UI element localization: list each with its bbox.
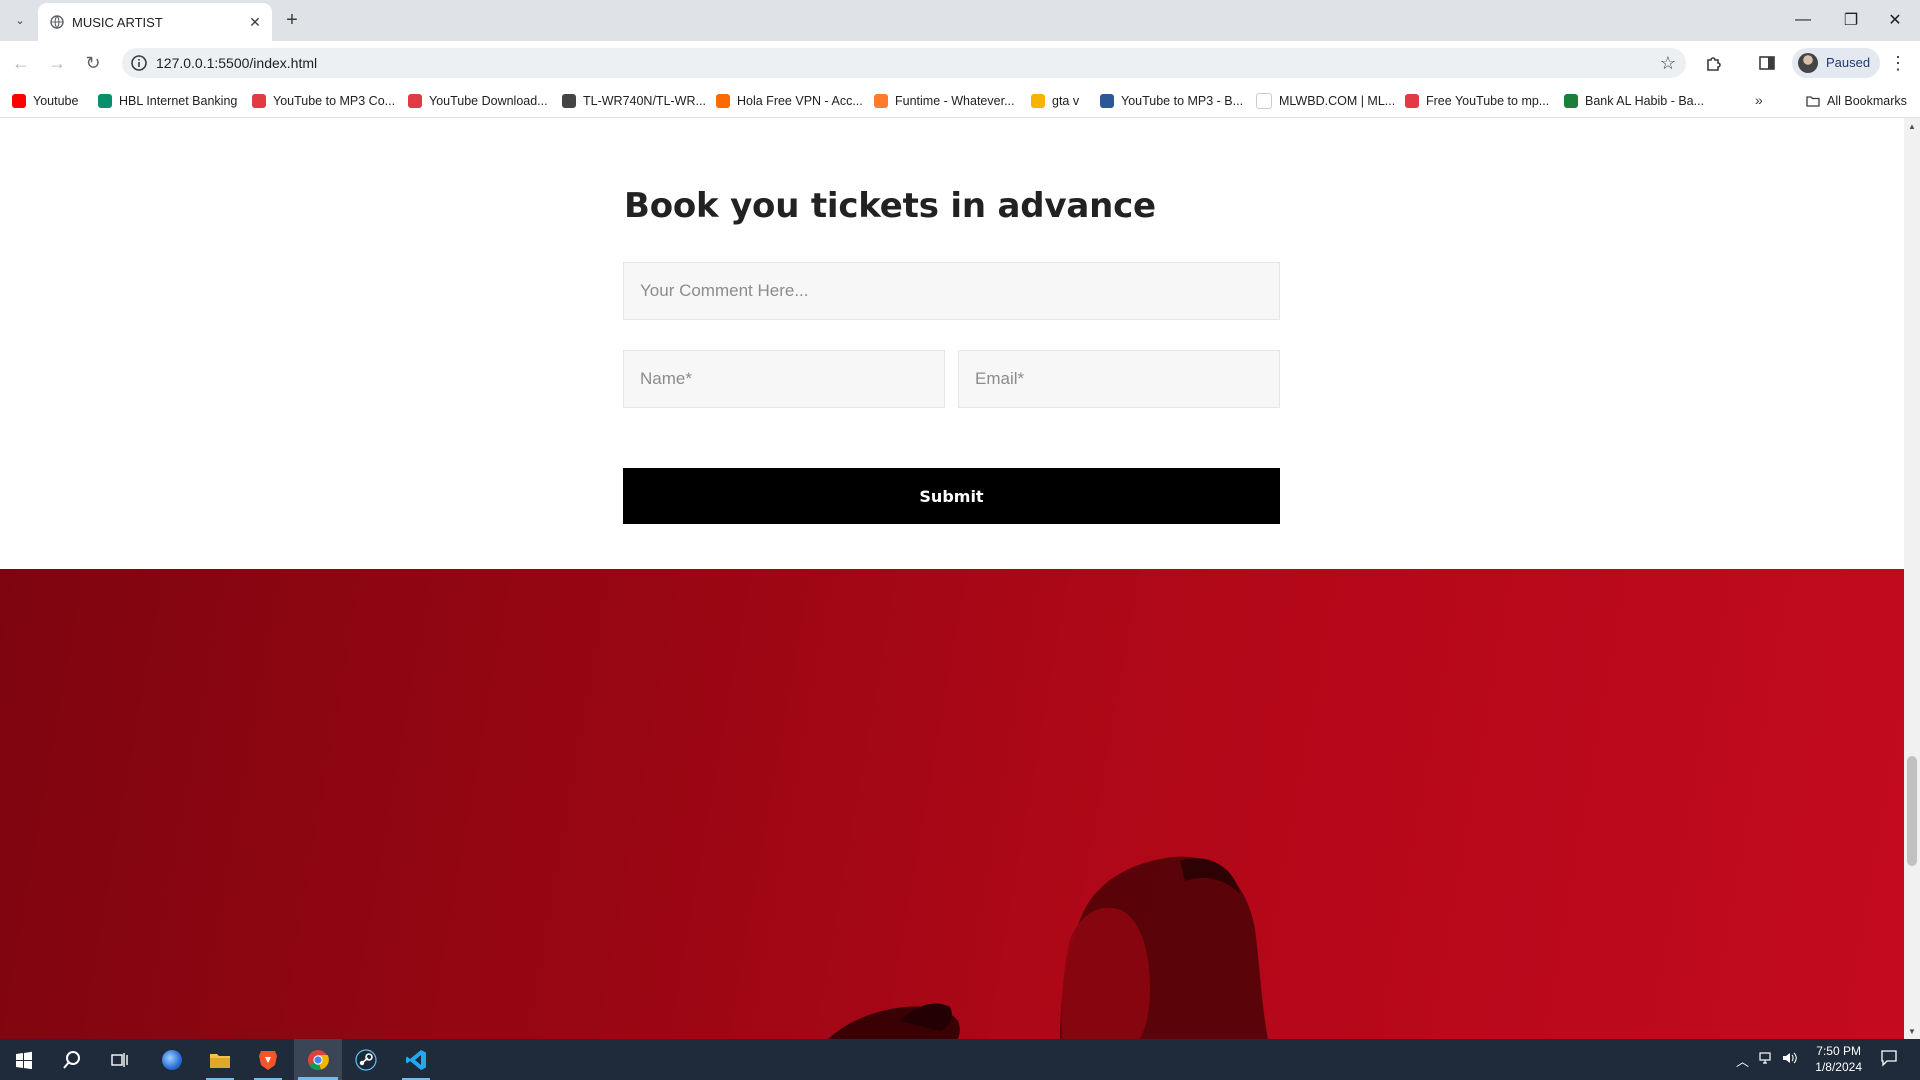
blank-page-icon [1256, 93, 1272, 109]
download-icon [252, 94, 266, 108]
browser-tab[interactable]: MUSIC ARTIST ✕ [38, 3, 272, 41]
bookmark-label: Free YouTube to mp... [1426, 94, 1550, 108]
singer-silhouette-image [828, 856, 1268, 1039]
bookmark-label: HBL Internet Banking [119, 94, 238, 108]
bookmark-item[interactable]: Hola Free VPN - Acc... [716, 92, 863, 110]
back-arrow-icon[interactable]: ← [6, 48, 36, 78]
chrome-icon[interactable] [294, 1039, 342, 1080]
task-view-icon[interactable] [96, 1039, 144, 1080]
globe-icon [562, 94, 576, 108]
bookmark-item[interactable]: Free YouTube to mp... [1405, 92, 1549, 110]
bookmark-item[interactable]: YouTube Download... [408, 92, 548, 110]
new-tab-plus-icon[interactable]: + [280, 8, 304, 32]
email-input[interactable] [958, 350, 1280, 408]
site-info-icon[interactable] [130, 54, 148, 72]
forward-arrow-icon[interactable]: → [42, 48, 72, 78]
comment-input[interactable] [623, 262, 1280, 320]
bookmark-star-icon[interactable]: ☆ [1660, 53, 1676, 74]
bookmark-item[interactable]: Youtube [12, 92, 78, 110]
bookmark-label: Hola Free VPN - Acc... [737, 94, 863, 108]
bookmark-label: YouTube to MP3 Co... [273, 94, 396, 108]
scrollbar-thumb[interactable] [1907, 756, 1917, 866]
folder-icon [1806, 94, 1820, 108]
page-scrollbar[interactable]: ▲ ▼ [1904, 118, 1920, 1039]
tab-search-chevron-icon[interactable]: ⌄ [8, 8, 32, 32]
clock-time: 7:50 PM [1816, 1044, 1861, 1058]
browser-toolbar: ← → ↻ 127.0.0.1:5500/index.html ☆ Paused… [0, 41, 1920, 84]
minimize-icon[interactable]: — [1780, 6, 1826, 34]
bookmarks-bar: Youtube HBL Internet Banking YouTube to MP… [0, 84, 1920, 118]
all-bookmarks-folder[interactable]: All Bookmarks [1806, 92, 1907, 110]
reload-icon[interactable]: ↻ [78, 48, 108, 78]
side-panel-icon[interactable] [1755, 51, 1779, 75]
submit-button[interactable]: Submit [623, 468, 1280, 524]
vscode-icon[interactable] [392, 1039, 440, 1080]
bookmark-label: YouTube to MP3 - B... [1121, 94, 1244, 108]
bookmark-label: MLWBD.COM | ML... [1279, 94, 1396, 108]
cortana-icon[interactable] [148, 1039, 196, 1080]
tab-title: MUSIC ARTIST [72, 15, 163, 30]
windows-taskbar: ︿ 7:50 PM 1/8/2024 [0, 1039, 1920, 1080]
bookmark-item[interactable]: YouTube to MP3 Co... [252, 92, 395, 110]
all-bookmarks-label: All Bookmarks [1827, 94, 1907, 108]
hbl-icon [98, 94, 112, 108]
kebab-menu-icon[interactable]: ⋮ [1888, 51, 1908, 75]
tab-strip: ⌄ MUSIC ARTIST ✕ + — ❐ ✕ [0, 0, 1920, 41]
bookmark-item[interactable]: MLWBD.COM | ML... [1256, 92, 1395, 110]
bookmark-item[interactable]: Funtime - Whatever... [874, 92, 1014, 110]
close-window-icon[interactable]: ✕ [1872, 6, 1918, 34]
link-icon [1405, 94, 1419, 108]
clock-date: 1/8/2024 [1815, 1060, 1862, 1074]
download-icon [1100, 94, 1114, 108]
show-hidden-icons-chevron-icon[interactable]: ︿ [1736, 1051, 1749, 1070]
rockstar-icon [1031, 94, 1045, 108]
address-bar[interactable]: 127.0.0.1:5500/index.html ☆ [122, 48, 1686, 78]
bank-icon [1564, 94, 1578, 108]
bookmark-item[interactable]: Bank AL Habib - Ba... [1564, 92, 1704, 110]
bookmark-label: gta v [1052, 94, 1080, 108]
bookmark-item[interactable]: gta v [1031, 92, 1079, 110]
bookmark-label: Funtime - Whatever... [895, 94, 1015, 108]
globe-icon [50, 15, 64, 29]
bookmark-label: YouTube Download... [429, 94, 548, 108]
bookmark-item[interactable]: HBL Internet Banking [98, 92, 237, 110]
download-icon [408, 94, 422, 108]
start-icon[interactable] [0, 1039, 48, 1080]
more-bookmarks-chevron-icon[interactable]: » [1755, 92, 1763, 108]
close-tab-icon[interactable]: ✕ [244, 11, 266, 33]
url-text[interactable]: 127.0.0.1:5500/index.html [156, 55, 317, 71]
name-input[interactable] [623, 350, 945, 408]
scroll-down-arrow-icon[interactable]: ▼ [1904, 1025, 1920, 1037]
flame-icon [716, 94, 730, 108]
profile-status-label: Paused [1826, 55, 1871, 70]
avatar [1798, 53, 1818, 73]
hero-concert-image [0, 569, 1904, 1039]
youtube-icon [12, 94, 26, 108]
page-viewport: Book you tickets in advance Submit [0, 118, 1904, 1039]
restore-icon[interactable]: ❐ [1828, 6, 1874, 34]
search-icon[interactable] [48, 1039, 96, 1080]
steam-icon[interactable] [342, 1039, 390, 1080]
bookmark-item[interactable]: TL-WR740N/TL-WR... [562, 92, 706, 110]
bookmark-item[interactable]: YouTube to MP3 - B... [1100, 92, 1243, 110]
file-explorer-icon[interactable] [196, 1039, 244, 1080]
network-icon[interactable] [1758, 1051, 1774, 1068]
volume-icon[interactable] [1782, 1051, 1798, 1068]
bookmark-label: Bank AL Habib - Ba... [1585, 94, 1705, 108]
profile-button[interactable]: Paused [1792, 48, 1880, 78]
scroll-up-arrow-icon[interactable]: ▲ [1904, 120, 1920, 132]
extensions-puzzle-icon[interactable] [1702, 51, 1726, 75]
bookmark-label: Youtube [33, 94, 79, 108]
notifications-icon[interactable] [1880, 1049, 1898, 1070]
booking-form-title: Book you tickets in advance [624, 186, 1156, 226]
brave-icon[interactable] [244, 1039, 292, 1080]
bookmark-label: TL-WR740N/TL-WR... [583, 94, 706, 108]
funtime-icon [874, 94, 888, 108]
taskbar-clock[interactable]: 7:50 PM 1/8/2024 [1815, 1043, 1862, 1075]
